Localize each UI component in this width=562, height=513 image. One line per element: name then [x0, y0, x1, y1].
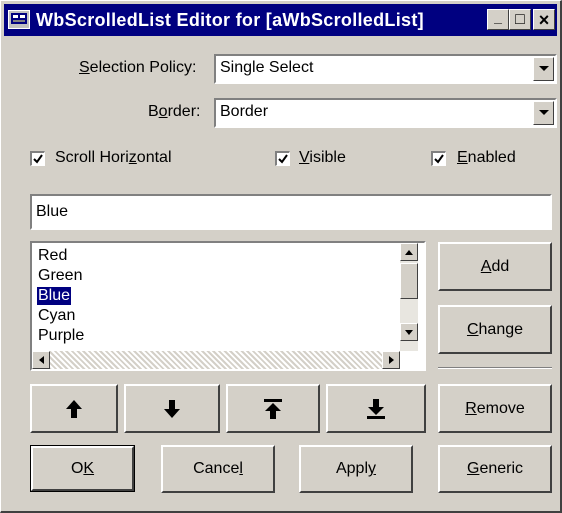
list-item[interactable]: Cyan	[38, 307, 75, 325]
close-icon: ×	[538, 9, 550, 30]
move-up-button[interactable]	[30, 384, 118, 433]
selection-policy-label: Selection Policy:	[79, 59, 196, 77]
label-hotkey: A	[480, 257, 492, 275]
border-dropdown-button[interactable]	[533, 101, 554, 125]
scroll-down-button[interactable]	[400, 323, 418, 341]
apply-button[interactable]: Appl y	[299, 445, 413, 493]
chevron-down-icon	[538, 110, 549, 115]
change-button[interactable]: Change	[438, 305, 552, 354]
arrow-right-icon	[388, 356, 394, 364]
list-item[interactable]: Green	[38, 267, 82, 285]
checkmark-icon	[278, 154, 288, 164]
chevron-down-icon	[538, 66, 549, 71]
label-hotkey: V	[299, 149, 310, 166]
label-hotkey: K	[83, 459, 95, 477]
enabled-label[interactable]: Enabled	[457, 149, 516, 167]
close-button[interactable]: ×	[533, 9, 555, 30]
remove-button[interactable]: Remove	[438, 384, 552, 433]
border-value: Border	[220, 103, 269, 120]
move-down-button[interactable]	[124, 384, 220, 433]
scroll-up-button[interactable]	[400, 243, 418, 261]
label-text: rder:	[167, 103, 201, 120]
label-text: Cance	[193, 460, 240, 477]
move-to-bottom-button[interactable]	[326, 384, 426, 433]
arrow-to-top-icon	[264, 398, 282, 419]
minimize-button[interactable]: _	[487, 9, 509, 30]
scroll-horizontal-checkbox[interactable]	[30, 151, 45, 166]
editor-window: WbScrolledList Editor for [aWbScrolledLi…	[0, 0, 562, 513]
scroll-right-button[interactable]	[382, 351, 400, 369]
scroll-horizontal-label[interactable]: Scroll Horizontal	[55, 149, 172, 167]
label-text: eneric	[479, 460, 524, 477]
arrow-down-icon	[405, 329, 413, 335]
selection-policy-value: Single Select	[220, 59, 314, 76]
label-hotkey: G	[466, 460, 480, 477]
label-text: election Policy:	[89, 59, 197, 76]
list-item[interactable]: Blue	[37, 287, 72, 305]
cancel-button[interactable]: Cance l	[161, 445, 275, 493]
items-listbox[interactable]: Red Green Blue Cyan Purple	[30, 241, 426, 371]
label-hotkey: C	[466, 320, 479, 338]
vertical-scrollbar[interactable]	[400, 243, 418, 351]
add-button[interactable]: Add	[438, 242, 552, 291]
checkmark-icon	[434, 154, 444, 164]
selection-policy-dropdown-button[interactable]	[533, 57, 554, 81]
label-hotkey: S	[79, 59, 90, 76]
title-bar[interactable]: WbScrolledList Editor for [aWbScrolledLi…	[4, 4, 557, 36]
label-text: Appl	[335, 460, 369, 477]
arrow-up-icon	[66, 399, 82, 418]
move-to-top-button[interactable]	[226, 384, 320, 433]
label-hotkey: R	[465, 399, 477, 417]
label-hotkey: y	[368, 460, 377, 477]
label-hotkey: E	[457, 149, 468, 166]
list-item[interactable]: Red	[38, 247, 67, 265]
label-text: B	[148, 103, 159, 120]
maximize-button[interactable]: □	[509, 9, 531, 30]
border-combobox[interactable]: Border	[214, 98, 557, 128]
visible-checkbox[interactable]	[275, 151, 290, 166]
arrow-up-icon	[405, 249, 413, 255]
scroll-left-button[interactable]	[32, 351, 50, 369]
arrow-left-icon	[38, 356, 44, 364]
label-text: Scroll Hori	[55, 149, 129, 166]
label-hotkey: z	[128, 149, 137, 166]
label-hotkey: l	[239, 460, 243, 477]
minimize-icon: _	[494, 8, 502, 25]
separator	[438, 367, 552, 369]
arrow-down-icon	[164, 399, 180, 418]
label-text: hange	[478, 320, 524, 338]
horizontal-scrollbar[interactable]	[32, 351, 400, 369]
label-text: ontal	[136, 149, 172, 166]
maximize-icon: □	[515, 10, 525, 28]
item-text-value: Blue	[36, 203, 69, 220]
label-text: isible	[309, 149, 346, 166]
label-text: nabled	[467, 149, 516, 166]
arrow-to-bottom-icon	[367, 398, 385, 419]
label-text: O	[70, 459, 84, 477]
selection-policy-combobox[interactable]: Single Select	[214, 54, 557, 84]
ok-button[interactable]: OK	[30, 445, 135, 492]
label-text: dd	[491, 257, 510, 275]
list-item[interactable]: Purple	[38, 327, 84, 345]
enabled-checkbox[interactable]	[431, 151, 446, 166]
visible-label[interactable]: Visible	[299, 149, 346, 167]
item-text-field[interactable]: Blue	[30, 194, 552, 230]
checkmark-icon	[33, 154, 43, 164]
label-hotkey: o	[158, 103, 168, 120]
app-icon[interactable]	[8, 10, 30, 29]
vertical-scroll-thumb[interactable]	[400, 263, 418, 299]
label-text: emove	[476, 399, 525, 417]
generic-button[interactable]: Generic	[438, 445, 552, 493]
border-label: Border:	[148, 103, 200, 121]
window-title: WbScrolledList Editor for [aWbScrolledLi…	[36, 10, 424, 30]
